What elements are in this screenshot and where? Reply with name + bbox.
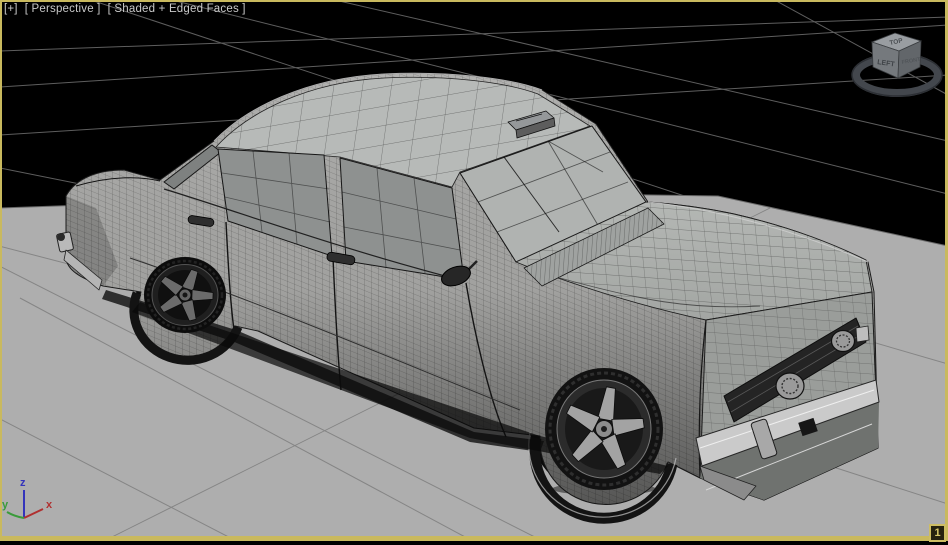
rear-wheel [144,257,226,333]
axis-x-label: x [46,499,53,511]
turn-signal [855,325,870,343]
viewport-border-top [0,0,948,2]
axis-z-label: z [20,477,26,489]
scene-svg: TOP LEFT FRONT z x y [0,0,948,545]
axis-y-label: y [2,499,9,511]
headlight-left [775,372,805,400]
below-viewport-strip [0,541,948,545]
viewport-label: [+] [ Perspective ] [ Shaded + Edged Fac… [4,3,246,15]
status-indicator: 1 [929,524,946,542]
viewport-general-menu[interactable]: [+] [4,3,18,15]
viewport-shading-menu[interactable]: [ Shaded + Edged Faces ] [108,3,246,15]
viewport-border-left [0,0,2,541]
headlight-right [830,329,856,353]
viewport-pov-menu[interactable]: [ Perspective ] [25,3,101,15]
tail-light [57,233,65,241]
front-wheel [545,368,663,490]
viewport[interactable]: TOP LEFT FRONT z x y [+] [ Perspective ]… [0,0,948,545]
